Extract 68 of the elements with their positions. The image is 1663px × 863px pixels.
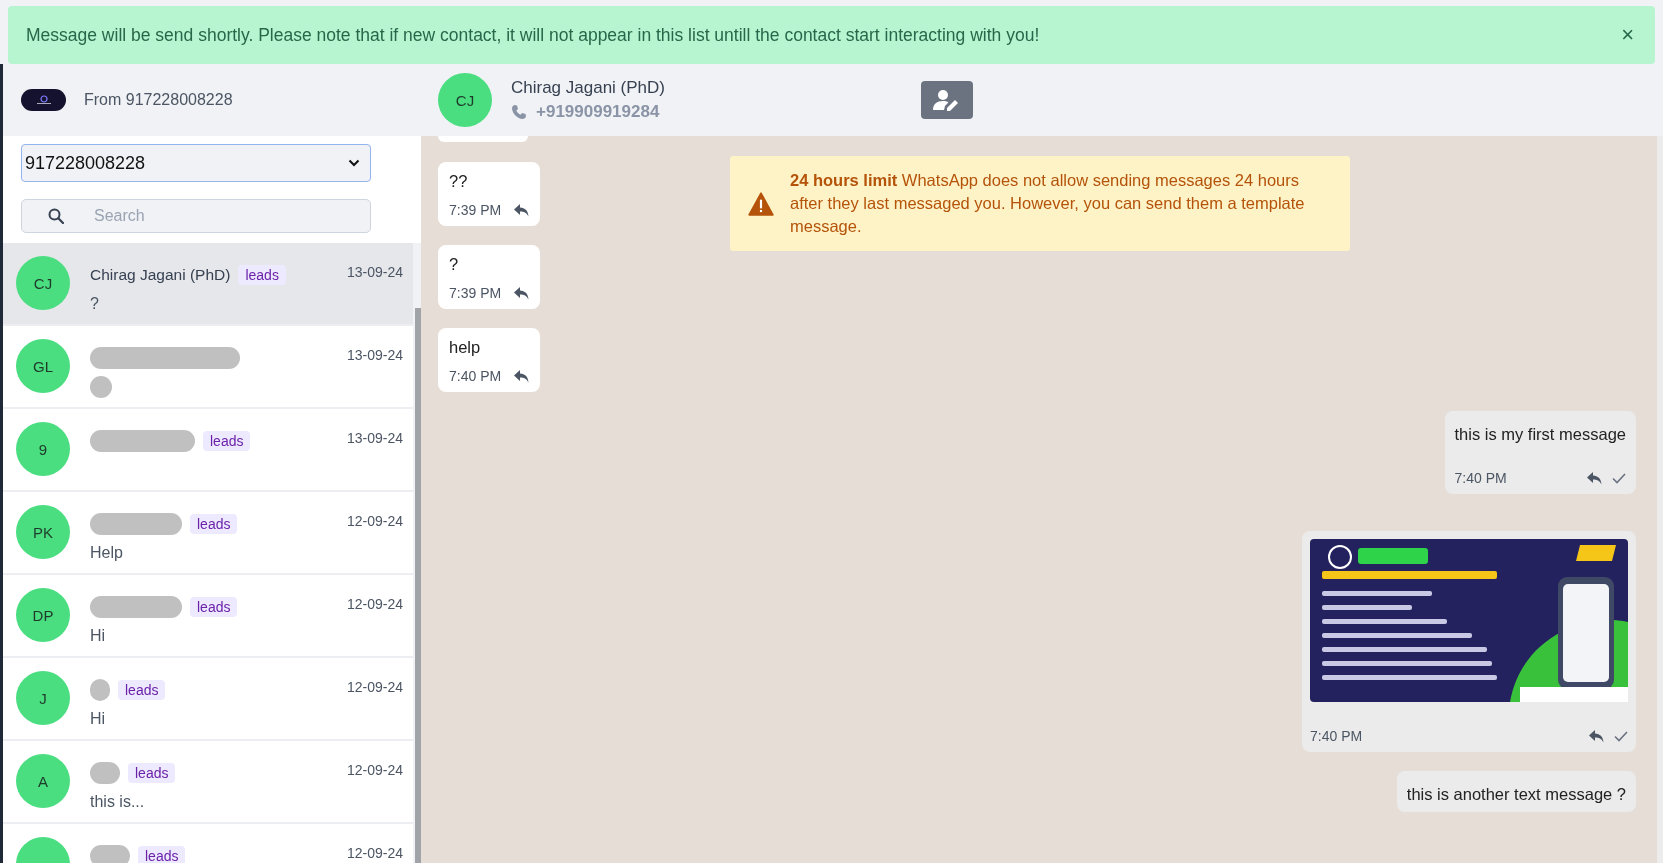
contact-date: 13-09-24	[346, 263, 403, 280]
contact-date: 12-09-24	[346, 761, 403, 778]
message-preview: ?	[90, 295, 99, 313]
check-icon	[1612, 472, 1626, 484]
check-icon	[1614, 730, 1628, 742]
redaction-mark	[90, 845, 130, 863]
close-button[interactable]: ×	[1617, 24, 1638, 46]
message-text: ??	[449, 172, 469, 191]
sender-label: From 917228008228	[84, 91, 233, 109]
message-preview: this is...	[90, 793, 145, 811]
number-select[interactable]: 917228008228	[21, 144, 371, 182]
message-text: this is another text message ?	[1406, 785, 1626, 804]
contact-phone: +919909919284	[536, 102, 660, 122]
contact-avatar: DP	[16, 588, 70, 642]
message-text: ?	[449, 255, 460, 274]
tag-label: leads	[190, 514, 238, 534]
search-field[interactable]: Search	[21, 199, 371, 233]
contact-avatar: PK	[16, 505, 70, 559]
message-time: 7:40 PM	[1454, 470, 1507, 486]
message-preview: Help	[90, 544, 123, 562]
contact-avatar: CJ	[438, 73, 492, 127]
edit-contact-button[interactable]	[921, 81, 973, 119]
message-preview: Hi	[90, 710, 106, 728]
contact-avatar: A	[16, 754, 70, 808]
message-time: 7:40 PM	[449, 368, 502, 384]
notice-text: Message will be send shortly. Please note that if new contact, it will not appear in this list untill the contact start interacting with you!	[26, 24, 1040, 46]
scrollbar[interactable]	[415, 308, 421, 863]
tag-label: leads	[138, 846, 186, 863]
contact-name: Chirag Jagani (PhD)	[511, 78, 666, 98]
message-text: help	[449, 338, 482, 357]
reply-icon[interactable]	[1587, 471, 1602, 485]
reply-icon[interactable]	[514, 369, 529, 383]
contact-date: 13-09-24	[346, 346, 403, 363]
redaction-mark	[90, 376, 112, 398]
contact-date: 12-09-24	[346, 844, 403, 861]
contact-name: Chirag Jagani (PhD)	[90, 266, 231, 284]
tag-label: leads	[238, 265, 286, 285]
warning-text: 24 hours limit WhatsApp does not allow sending messages 24 hours after they last messaged you. However, you can send them a template message.	[790, 170, 1306, 237]
contact-date: 12-09-24	[346, 512, 403, 529]
warning-icon	[748, 191, 774, 216]
redaction-mark	[90, 679, 110, 701]
contact-avatar: GL	[16, 339, 70, 393]
scrollbar[interactable]	[1657, 136, 1663, 863]
tag-label: leads	[128, 763, 176, 783]
contact-avatar: CJ	[16, 256, 70, 310]
contact-avatar: J	[16, 671, 70, 725]
chevron-down-icon	[348, 159, 360, 167]
tag-label: leads	[190, 597, 238, 617]
message-preview: Hi	[90, 627, 106, 645]
contact-date: 13-09-24	[346, 429, 403, 446]
contact-item[interactable]: CJ Chirag Jagani (PhD) leads ? 13-09-24	[3, 243, 413, 326]
reply-icon[interactable]	[514, 286, 529, 300]
phone-icon	[511, 104, 527, 120]
message-time: 7:39 PM	[449, 202, 502, 218]
contact-date: 12-09-24	[346, 595, 403, 612]
redaction-mark	[90, 762, 120, 784]
message-time: 7:40 PM	[1310, 728, 1363, 744]
tag-label: leads	[118, 680, 166, 700]
message-time: 7:39 PM	[449, 285, 502, 301]
logo-icon	[21, 89, 66, 111]
contact-date: 12-09-24	[346, 678, 403, 695]
tag-label: leads	[203, 431, 251, 451]
message-text: this is my first message	[1454, 425, 1626, 444]
reply-icon[interactable]	[1589, 729, 1604, 743]
user-edit-icon	[933, 89, 961, 111]
reply-icon[interactable]	[514, 203, 529, 217]
contact-avatar: 9	[16, 422, 70, 476]
search-icon	[48, 208, 64, 224]
